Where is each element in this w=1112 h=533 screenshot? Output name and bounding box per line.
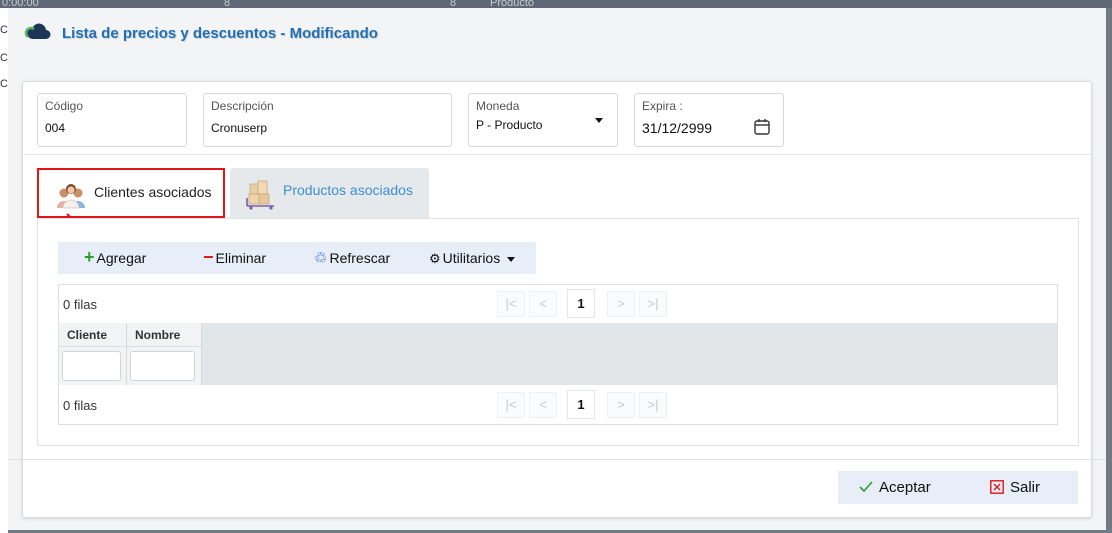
tab-productos-asociados[interactable]: Productos asociados xyxy=(230,168,429,218)
background-strip: 0:00:00 8 8 Producto xyxy=(0,0,1112,9)
last-page-icon[interactable]: >| xyxy=(639,392,667,418)
footer-divider xyxy=(0,459,1106,460)
column-cliente: Cliente xyxy=(59,323,127,385)
next-page-icon[interactable]: > xyxy=(607,392,635,418)
pager-top: 0 filas |< < 1 > >| xyxy=(59,285,1057,323)
first-page-icon[interactable]: |< xyxy=(497,392,525,418)
add-label: Agregar xyxy=(96,250,147,266)
plus-icon: + xyxy=(84,247,95,267)
clientes-grid: 0 filas |< < 1 > >| Cliente Nombre 0 fil… xyxy=(58,284,1058,425)
last-page-icon[interactable]: >| xyxy=(639,291,667,317)
close-box-icon xyxy=(990,480,1004,494)
recycle-icon: ♲ xyxy=(314,250,328,267)
cloud-logo-icon xyxy=(24,23,51,39)
caret-down-icon[interactable] xyxy=(595,118,603,123)
gears-icon: ⚙ xyxy=(429,251,441,266)
expira-value[interactable]: 31/12/2999 xyxy=(642,120,712,136)
descripcion-field[interactable]: Descripción Cronuserp xyxy=(203,93,452,147)
cliente-filter-input[interactable] xyxy=(62,351,121,381)
add-button[interactable]: + Agregar xyxy=(84,247,147,267)
window-title: Lista de precios y descuentos - Modifica… xyxy=(62,25,378,42)
nombre-filter-input[interactable] xyxy=(130,351,195,381)
prev-page-icon[interactable]: < xyxy=(529,291,557,317)
page-number[interactable]: 1 xyxy=(567,289,595,318)
bg-letter: C xyxy=(0,24,8,36)
prev-page-icon[interactable]: < xyxy=(529,392,557,418)
column-header-cliente[interactable]: Cliente xyxy=(59,323,126,347)
page-number[interactable]: 1 xyxy=(567,390,595,419)
first-page-icon[interactable]: |< xyxy=(497,291,525,317)
minus-icon: − xyxy=(203,247,214,267)
tab-content-clientes: + Agregar − Eliminar ♲ Refrescar ⚙ Utilitari… xyxy=(37,218,1079,446)
title-bar: Lista de precios y descuentos - Modifica… xyxy=(0,8,1106,60)
boxes-icon xyxy=(246,180,274,210)
exit-label: Salir xyxy=(1010,479,1041,496)
column-nombre: Nombre xyxy=(127,323,202,385)
footer-actions: Aceptar Salir xyxy=(838,471,1078,504)
moneda-select[interactable]: Moneda P - Producto xyxy=(468,93,618,147)
tab-clientes-label: Clientes asociados xyxy=(94,184,212,200)
exit-button[interactable]: Salir xyxy=(990,479,1040,496)
calendar-icon[interactable] xyxy=(754,118,770,135)
moneda-value[interactable]: P - Producto xyxy=(476,118,542,132)
row-count: 0 filas xyxy=(63,398,97,413)
refresh-button[interactable]: ♲ Refrescar xyxy=(314,250,390,266)
codigo-label: Código xyxy=(45,99,84,113)
caret-down-icon xyxy=(507,256,516,262)
users-icon xyxy=(57,184,85,209)
delete-label: Eliminar xyxy=(215,250,267,266)
bg-letter: C xyxy=(0,52,8,64)
next-page-icon[interactable]: > xyxy=(607,291,635,317)
codigo-field[interactable]: Código 004 xyxy=(37,93,187,147)
expira-field[interactable]: Expira : 31/12/2999 xyxy=(634,93,784,147)
pager-bottom: 0 filas |< < 1 > >| xyxy=(59,386,1057,424)
moneda-label: Moneda xyxy=(476,99,520,113)
delete-button[interactable]: − Eliminar xyxy=(203,247,267,267)
column-header-nombre[interactable]: Nombre xyxy=(127,323,201,347)
grid-header: Cliente Nombre xyxy=(59,323,1057,385)
utils-label: Utilitarios xyxy=(442,250,501,266)
grid-toolbar: + Agregar − Eliminar ♲ Refrescar ⚙ Utilitari… xyxy=(58,242,536,274)
expira-label: Expira : xyxy=(642,99,683,113)
background-left-strip: C C C xyxy=(0,8,8,533)
utilitarios-dropdown[interactable]: ⚙ Utilitarios xyxy=(429,250,516,266)
check-icon xyxy=(859,481,873,493)
row-count: 0 filas xyxy=(63,297,97,312)
main-panel: Código 004 Descripción Cronuserp Moneda … xyxy=(22,81,1092,518)
descripcion-value[interactable]: Cronuserp xyxy=(211,121,267,135)
tab-clientes-asociados[interactable]: Clientes asociados xyxy=(37,168,225,218)
accept-label: Aceptar xyxy=(879,479,931,496)
descripcion-label: Descripción xyxy=(211,99,274,113)
bg-letter: C xyxy=(0,78,8,90)
tab-productos-label: Productos asociados xyxy=(283,182,413,198)
refresh-label: Refrescar xyxy=(329,250,391,266)
accept-button[interactable]: Aceptar xyxy=(859,479,931,496)
modal-window: Lista de precios y descuentos - Modifica… xyxy=(0,8,1106,530)
codigo-value[interactable]: 004 xyxy=(45,121,65,135)
